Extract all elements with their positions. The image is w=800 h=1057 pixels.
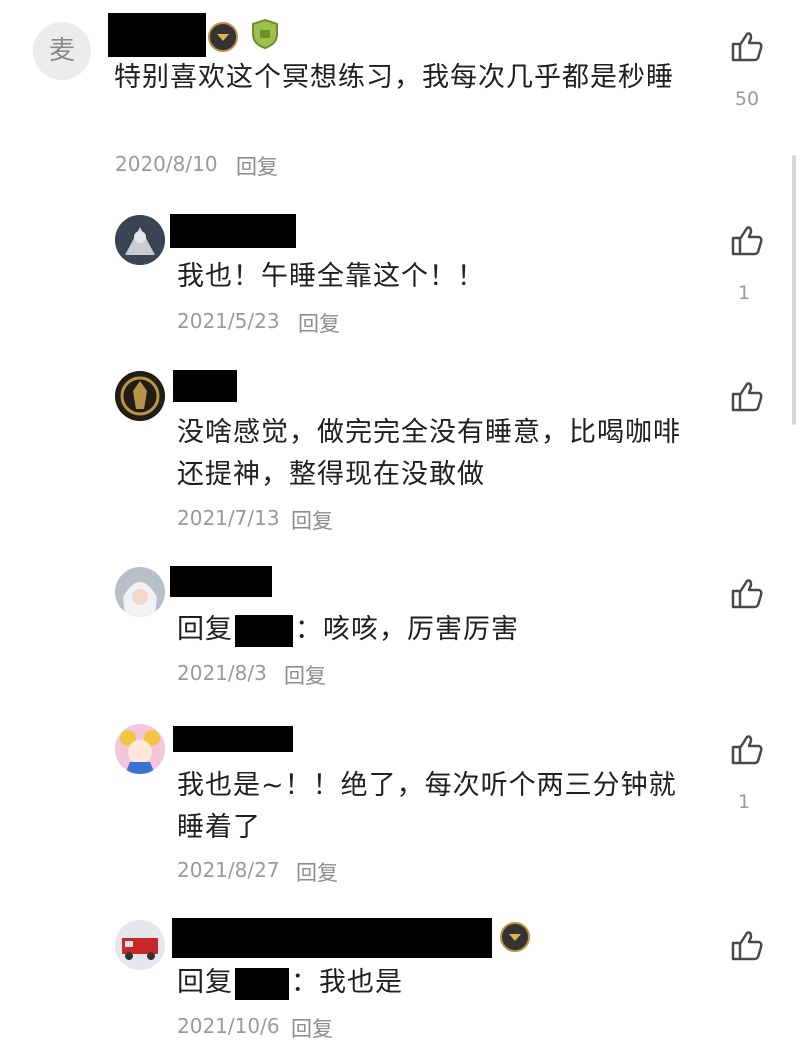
redacted-username[interactable]: [108, 13, 206, 57]
like-icon[interactable]: [727, 731, 767, 767]
avatar[interactable]: 麦: [33, 22, 91, 80]
scrollbar[interactable]: [792, 155, 796, 425]
redacted-username[interactable]: [173, 370, 237, 402]
like-count: 50: [734, 88, 760, 110]
avatar[interactable]: [115, 567, 165, 617]
reply-button[interactable]: 回复: [291, 505, 333, 535]
redacted-mention[interactable]: [235, 967, 289, 1000]
reply-body: ：我也是: [291, 967, 403, 998]
redacted-username[interactable]: [173, 726, 293, 752]
comment-text: 我也是~！！绝了，每次听个两三分钟就睡着了: [177, 770, 677, 843]
comment-date: 2021/10/6: [177, 1014, 280, 1038]
green-shield-badge-icon: [250, 18, 280, 54]
gold-level-badge-icon: [208, 22, 238, 52]
reply-button[interactable]: 回复: [236, 151, 278, 181]
redacted-username[interactable]: [170, 566, 272, 597]
avatar-initial: 麦: [48, 36, 75, 66]
like-count: 1: [737, 282, 751, 304]
comment-date: 2021/8/27: [177, 858, 280, 882]
reply-prefix: 回复: [177, 967, 233, 998]
redacted-mention[interactable]: [235, 614, 293, 647]
like-icon[interactable]: [727, 575, 767, 611]
reply-button[interactable]: 回复: [296, 857, 338, 887]
comment-text: 没啥感觉，做完完全没有睡意，比喝咖啡还提神，整得现在没敢做: [177, 417, 681, 490]
redacted-username[interactable]: [170, 214, 296, 248]
comment-date: 2021/8/3: [177, 661, 267, 685]
comment-text: 回复 ：我也是: [177, 962, 697, 1004]
reply-body: ：咳咳，厉害厉害: [295, 614, 519, 645]
like-count: 1: [737, 791, 751, 813]
comment-text: 回复 ：咳咳，厉害厉害: [177, 609, 697, 651]
reply-button[interactable]: 回复: [284, 660, 326, 690]
avatar[interactable]: [115, 215, 165, 265]
avatar[interactable]: [115, 724, 165, 774]
comment-date: 2021/7/13: [177, 506, 280, 530]
like-icon[interactable]: [727, 28, 767, 64]
comment-text: 特别喜欢这个冥想练习，我每次几乎都是秒睡: [114, 62, 674, 93]
reply-prefix: 回复: [177, 614, 233, 645]
like-icon[interactable]: [727, 927, 767, 963]
avatar[interactable]: [115, 920, 165, 970]
comment-date: 2021/5/23: [177, 309, 280, 333]
comment-date: 2020/8/10: [115, 152, 218, 176]
reply-button[interactable]: 回复: [291, 1013, 333, 1043]
avatar[interactable]: [115, 371, 165, 421]
like-icon[interactable]: [727, 222, 767, 258]
redacted-username[interactable]: [172, 918, 492, 958]
comment-text: 我也！午睡全靠这个！！: [177, 261, 485, 292]
like-icon[interactable]: [727, 378, 767, 414]
gold-level-badge-icon: [500, 922, 530, 952]
reply-button[interactable]: 回复: [298, 308, 340, 338]
